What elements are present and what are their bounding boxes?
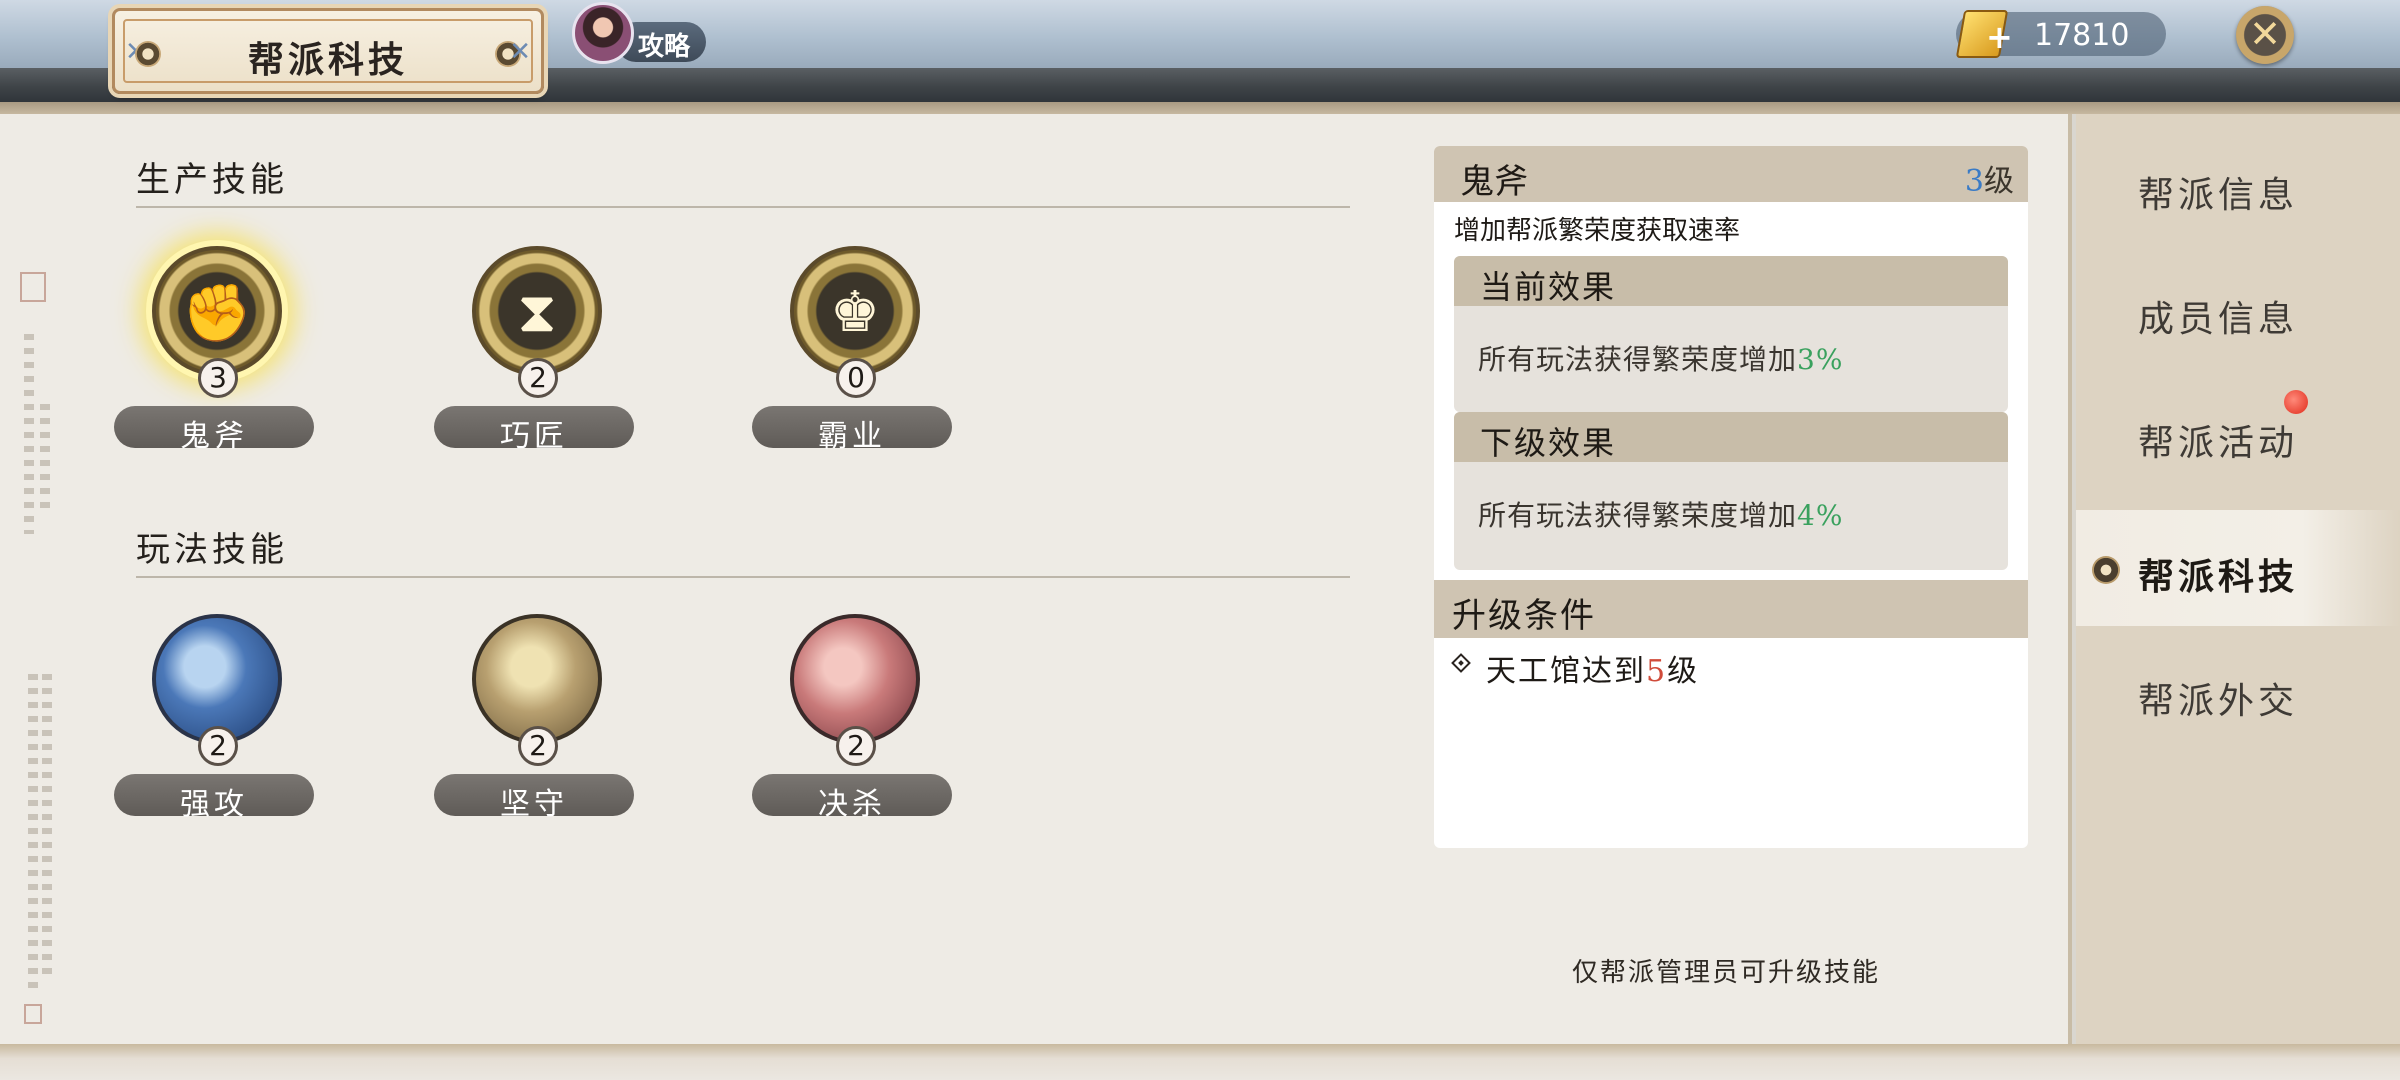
detail-description: 增加帮派繁荣度获取速率 bbox=[1454, 216, 1741, 246]
skill-name: 决杀 bbox=[818, 787, 886, 822]
skill-jianshou[interactable]: 2 坚守 bbox=[434, 614, 634, 824]
skill-guifu[interactable]: ✊ 3 鬼斧 bbox=[114, 246, 314, 456]
current-effect-title: 当前效果 bbox=[1480, 268, 1617, 306]
skill-name: 鬼斧 bbox=[180, 419, 248, 454]
close-button[interactable]: ✕ bbox=[2236, 6, 2294, 64]
nav-item-gang-activity[interactable]: 帮派活动 bbox=[2076, 376, 2400, 492]
guardian-icon[interactable] bbox=[472, 614, 602, 744]
current-effect-value: 3% bbox=[1797, 343, 1844, 376]
nav-item-gang-tech[interactable]: 帮派科技 bbox=[2076, 510, 2400, 626]
detail-level-unit: 级 bbox=[1984, 164, 2014, 199]
active-marker-icon bbox=[2092, 556, 2120, 584]
top-bar-edge bbox=[0, 102, 2400, 114]
skill-level-badge: 0 bbox=[836, 358, 876, 398]
next-effect-text: 所有玩法获得繁荣度增加4% bbox=[1478, 494, 1843, 534]
current-effect-header: 当前效果 bbox=[1454, 256, 2008, 306]
decorative-calligraphy bbox=[18, 272, 58, 1034]
skill-level-badge: 2 bbox=[836, 726, 876, 766]
guide-label: 攻略 bbox=[638, 32, 691, 62]
skill-level-badge: 2 bbox=[518, 726, 558, 766]
current-effect-text: 所有玩法获得繁荣度增加3% bbox=[1478, 338, 1843, 378]
next-effect-title: 下级效果 bbox=[1480, 424, 1617, 462]
skill-glyph: ✊ bbox=[182, 281, 252, 346]
current-effect-label: 所有玩法获得繁荣度增加 bbox=[1478, 343, 1798, 376]
calligraphy-column bbox=[40, 404, 50, 514]
guide-button[interactable]: 攻略 bbox=[572, 2, 710, 64]
skill-level-badge: 3 bbox=[198, 358, 238, 398]
skill-detail-panel: 鬼斧 3级 增加帮派繁荣度获取速率 当前效果 所有玩法获得繁荣度增加3% 下级效… bbox=[1434, 146, 2028, 848]
skill-name: 霸业 bbox=[818, 419, 886, 454]
skill-name: 巧匠 bbox=[500, 419, 568, 454]
close-icon: ✕ bbox=[2249, 12, 2281, 56]
page-title: 帮派科技 bbox=[247, 39, 408, 81]
notification-dot-icon bbox=[2284, 390, 2308, 414]
calligraphy-column bbox=[24, 334, 34, 534]
skill-level-badge: 2 bbox=[198, 726, 238, 766]
side-navigation: 帮派信息 成员信息 帮派活动 帮派科技 帮派外交 bbox=[2076, 114, 2400, 1044]
upgrade-conditions-title: 升级条件 bbox=[1452, 596, 1596, 636]
nav-label: 成员信息 bbox=[2138, 299, 2299, 340]
upgrade-condition-text: 天工馆达到5级 bbox=[1486, 646, 1699, 690]
upgrade-condition-prefix: 天工馆达到 bbox=[1486, 654, 1646, 689]
production-skills-title: 生产技能 bbox=[136, 160, 288, 200]
section-divider bbox=[136, 576, 1350, 578]
skill-qiaojiang[interactable]: ⧗ 2 巧匠 bbox=[434, 246, 634, 456]
nav-label: 帮派信息 bbox=[2138, 175, 2299, 216]
diamond-bullet-icon bbox=[1451, 653, 1471, 673]
currency-display[interactable]: + 17810 bbox=[1955, 10, 2166, 58]
nav-label: 帮派活动 bbox=[2138, 423, 2299, 464]
current-effect-box: 当前效果 所有玩法获得繁荣度增加3% bbox=[1454, 256, 2008, 412]
hourglass-icon[interactable]: ⧗ bbox=[472, 246, 602, 376]
upgrade-condition-value: 5 bbox=[1646, 654, 1668, 689]
upgrade-condition-suffix: 级 bbox=[1667, 654, 1700, 689]
nav-label: 帮派外交 bbox=[2138, 681, 2299, 722]
currency-amount: 17810 bbox=[2034, 18, 2130, 53]
skill-qianggong[interactable]: 2 强攻 bbox=[114, 614, 314, 824]
nav-item-member-info[interactable]: 成员信息 bbox=[2076, 252, 2400, 368]
skill-glyph: ♚ bbox=[829, 280, 881, 345]
skill-name: 强攻 bbox=[180, 787, 248, 822]
next-effect-header: 下级效果 bbox=[1454, 412, 2008, 462]
next-effect-value: 4% bbox=[1797, 499, 1844, 532]
skill-baye[interactable]: ♚ 0 霸业 bbox=[752, 246, 952, 456]
plaque-ornament-right-icon: ✕ bbox=[509, 37, 531, 67]
seal-icon bbox=[24, 1004, 42, 1024]
detail-header: 鬼斧 3级 bbox=[1434, 146, 2028, 202]
calligraphy-column bbox=[28, 674, 38, 994]
seal-icon bbox=[20, 272, 46, 302]
swordsman-icon[interactable] bbox=[152, 614, 282, 744]
guide-avatar-icon bbox=[572, 2, 634, 64]
next-effect-box: 下级效果 所有玩法获得繁荣度增加4% bbox=[1454, 412, 2008, 570]
skill-level-badge: 2 bbox=[518, 358, 558, 398]
detail-level-number: 3 bbox=[1964, 164, 1984, 199]
detail-skill-name: 鬼斧 bbox=[1460, 162, 1528, 202]
calligraphy-column bbox=[42, 674, 52, 974]
nav-label: 帮派科技 bbox=[2138, 556, 2299, 598]
title-plaque: ✕ 帮派科技 ✕ bbox=[112, 8, 544, 94]
detail-skill-level: 3级 bbox=[1965, 156, 2014, 200]
upgrade-conditions-header: 升级条件 bbox=[1434, 580, 2028, 638]
gameplay-skills-title: 玩法技能 bbox=[136, 530, 288, 570]
handshake-icon[interactable]: ✊ bbox=[152, 246, 282, 376]
next-effect-label: 所有玩法获得繁荣度增加 bbox=[1478, 499, 1798, 532]
group-icon[interactable]: ♚ bbox=[790, 246, 920, 376]
admin-note: 仅帮派管理员可升级技能 bbox=[1572, 958, 1881, 988]
add-currency-icon[interactable]: + bbox=[1986, 18, 2013, 56]
nav-item-gang-info[interactable]: 帮派信息 bbox=[2076, 128, 2400, 244]
skill-jueSha[interactable]: 2 决杀 bbox=[752, 614, 952, 824]
nav-item-gang-diplomacy[interactable]: 帮派外交 bbox=[2076, 634, 2400, 750]
skill-name: 坚守 bbox=[500, 787, 568, 822]
section-divider bbox=[136, 206, 1350, 208]
bottom-border bbox=[0, 1044, 2400, 1080]
warrior-icon[interactable] bbox=[790, 614, 920, 744]
skill-glyph: ⧗ bbox=[517, 280, 557, 345]
